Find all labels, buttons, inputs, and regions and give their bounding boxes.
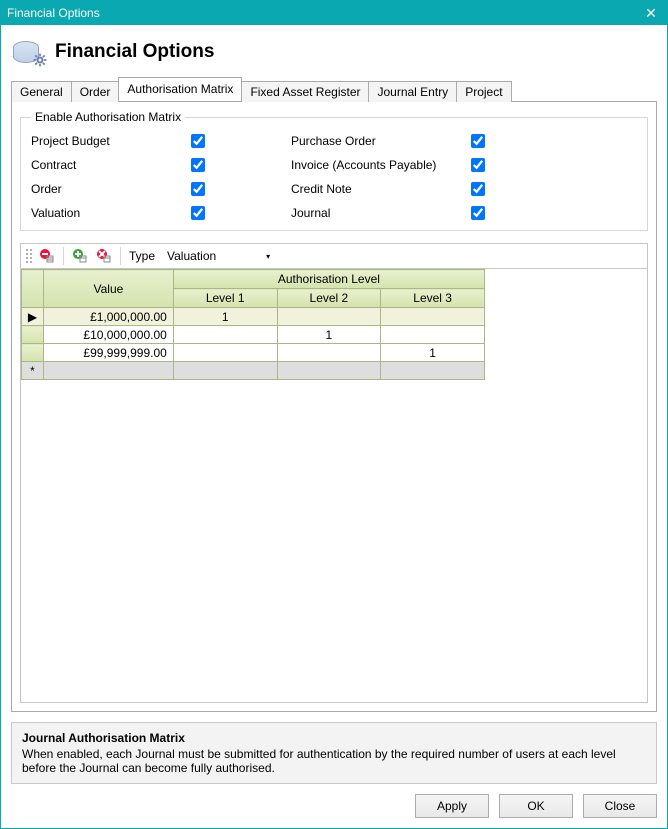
- label-valuation: Valuation: [31, 206, 191, 220]
- close-icon[interactable]: ✕: [641, 5, 661, 22]
- ok-button[interactable]: OK: [499, 794, 573, 818]
- table-row[interactable]: ▶ £1,000,000.00 1: [22, 308, 485, 326]
- checkbox-journal[interactable]: [471, 206, 485, 220]
- tab-panel: Enable Authorisation Matrix Project Budg…: [11, 102, 657, 712]
- row-marker: ▶: [22, 308, 44, 326]
- checkbox-credit-note[interactable]: [471, 182, 485, 196]
- type-value: Valuation: [167, 249, 216, 263]
- dialog-buttons: Apply OK Close: [11, 784, 657, 828]
- close-button[interactable]: Close: [583, 794, 657, 818]
- window-title: Financial Options: [7, 6, 641, 20]
- col-group-auth-level: Authorisation Level: [173, 270, 484, 289]
- cell-l2[interactable]: 1: [277, 326, 381, 344]
- row-marker: [22, 326, 44, 344]
- cell-l3[interactable]: 1: [381, 344, 485, 362]
- enable-matrix-legend: Enable Authorisation Matrix: [31, 110, 185, 124]
- cell-l2[interactable]: [277, 308, 381, 326]
- page-header: Financial Options: [11, 35, 657, 75]
- cell-value[interactable]: £10,000,000.00: [43, 326, 173, 344]
- delete-row-button[interactable]: [37, 246, 57, 266]
- checkbox-valuation[interactable]: [191, 206, 205, 220]
- checkbox-order[interactable]: [191, 182, 205, 196]
- tab-project[interactable]: Project: [456, 81, 511, 102]
- tab-fixed-asset-register[interactable]: Fixed Asset Register: [241, 81, 369, 102]
- col-value[interactable]: Value: [43, 270, 173, 308]
- col-level3[interactable]: Level 3: [381, 289, 485, 308]
- checkbox-project-budget[interactable]: [191, 134, 205, 148]
- tab-journal-entry[interactable]: Journal Entry: [368, 81, 457, 102]
- tab-general[interactable]: General: [11, 81, 72, 102]
- add-row-button[interactable]: [70, 246, 90, 266]
- info-title: Journal Authorisation Matrix: [22, 731, 646, 745]
- cell-l1[interactable]: [173, 344, 277, 362]
- table-row[interactable]: £10,000,000.00 1: [22, 326, 485, 344]
- tab-authorisation-matrix[interactable]: Authorisation Matrix: [118, 77, 242, 101]
- enable-matrix-group: Enable Authorisation Matrix Project Budg…: [20, 110, 648, 231]
- col-level2[interactable]: Level 2: [277, 289, 381, 308]
- table-row[interactable]: £99,999,999.00 1: [22, 344, 485, 362]
- titlebar: Financial Options ✕: [1, 1, 667, 25]
- cell-l1[interactable]: [173, 326, 277, 344]
- page-title: Financial Options: [55, 41, 214, 63]
- cell-value[interactable]: £1,000,000.00: [43, 308, 173, 326]
- checkbox-contract[interactable]: [191, 158, 205, 172]
- label-credit-note: Credit Note: [291, 182, 471, 196]
- authorisation-grid[interactable]: Value Authorisation Level Level 1 Level …: [21, 269, 485, 380]
- toolbar-grip-icon: [25, 248, 33, 264]
- tab-order[interactable]: Order: [71, 81, 120, 102]
- chevron-down-icon: ▾: [266, 252, 270, 261]
- label-order: Order: [31, 182, 191, 196]
- label-purchase-order: Purchase Order: [291, 134, 471, 148]
- apply-button[interactable]: Apply: [415, 794, 489, 818]
- checkbox-invoice-ap[interactable]: [471, 158, 485, 172]
- col-level1[interactable]: Level 1: [173, 289, 277, 308]
- type-label: Type: [129, 249, 155, 263]
- data-grid-area: Value Authorisation Level Level 1 Level …: [20, 269, 648, 703]
- info-body: When enabled, each Journal must be submi…: [22, 747, 646, 775]
- cell-l2[interactable]: [277, 344, 381, 362]
- label-invoice-ap: Invoice (Accounts Payable): [291, 158, 471, 172]
- cell-value[interactable]: £99,999,999.00: [43, 344, 173, 362]
- cell-l1[interactable]: 1: [173, 308, 277, 326]
- grid-toolbar: Type Valuation ▾: [20, 243, 648, 269]
- info-panel: Journal Authorisation Matrix When enable…: [11, 722, 657, 784]
- remove-row-button[interactable]: [94, 246, 114, 266]
- checkbox-purchase-order[interactable]: [471, 134, 485, 148]
- cell-l3[interactable]: [381, 308, 485, 326]
- new-row[interactable]: *: [22, 362, 485, 380]
- label-contract: Contract: [31, 158, 191, 172]
- new-row-marker: *: [22, 362, 44, 380]
- row-marker: [22, 344, 44, 362]
- cell-l3[interactable]: [381, 326, 485, 344]
- type-dropdown[interactable]: Valuation ▾: [163, 248, 274, 264]
- label-journal: Journal: [291, 206, 471, 220]
- database-gear-icon: [13, 39, 45, 65]
- label-project-budget: Project Budget: [31, 134, 191, 148]
- tabstrip: General Order Authorisation Matrix Fixed…: [11, 77, 657, 102]
